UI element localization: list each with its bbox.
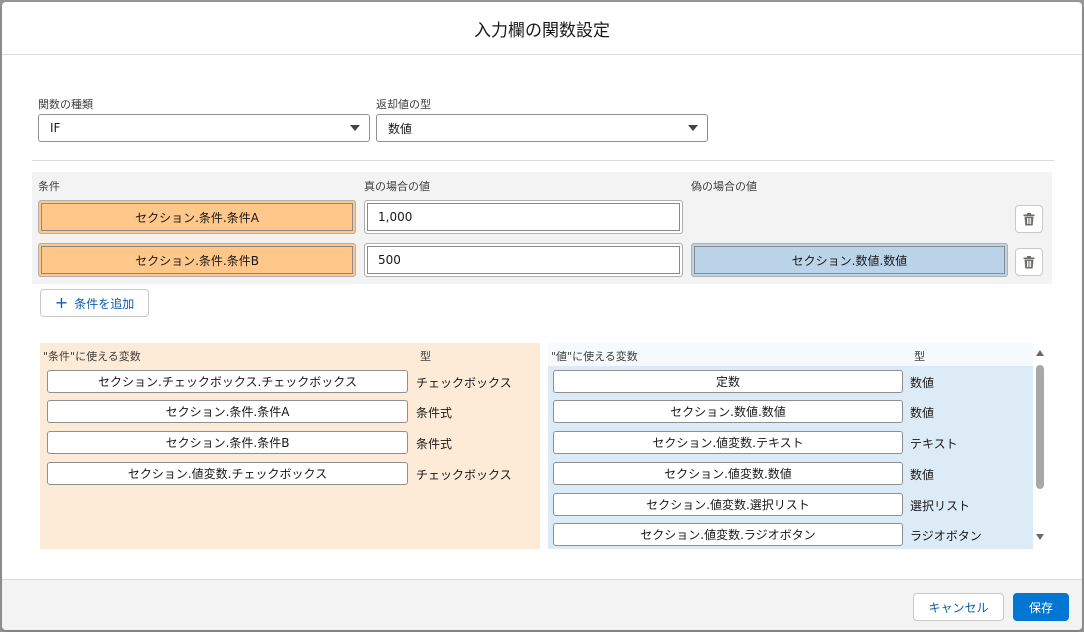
value-variable-item[interactable]: セクション.値変数.選択リスト bbox=[553, 493, 903, 516]
variable-type: テキスト bbox=[910, 437, 958, 451]
delete-row1-button[interactable] bbox=[1015, 205, 1043, 233]
true-value-column-header: 真の場合の値 bbox=[364, 180, 430, 193]
variable-name: セクション.値変数.ラジオボタン bbox=[640, 528, 816, 542]
variable-name: セクション.値変数.数値 bbox=[664, 467, 792, 481]
false-value-label: セクション.数値.数値 bbox=[791, 253, 908, 268]
condition-variable-item[interactable]: セクション.チェックボックス.チェックボックス bbox=[47, 370, 408, 393]
scroll-up-arrow-icon[interactable] bbox=[1036, 350, 1044, 356]
function-type-select[interactable]: IF bbox=[38, 114, 370, 142]
value-variables-panel: "値"に使える変数 型 定数 数値 セクション.数値.数値 数値 セクション.値… bbox=[548, 343, 1034, 549]
return-type-value: 数値 bbox=[388, 121, 413, 136]
chevron-down-icon bbox=[350, 125, 360, 131]
condition-variable-item[interactable]: セクション.条件.条件B bbox=[47, 431, 408, 454]
value-variable-item[interactable]: セクション.値変数.数値 bbox=[553, 462, 903, 485]
variable-type: 条件式 bbox=[416, 437, 453, 451]
delete-row2-button[interactable] bbox=[1015, 248, 1043, 276]
function-type-label: 関数の種類 bbox=[38, 98, 93, 111]
variable-name: セクション.値変数.チェックボックス bbox=[127, 467, 328, 481]
function-type-value: IF bbox=[50, 121, 61, 135]
value-variable-item[interactable]: セクション.値変数.テキスト bbox=[553, 431, 903, 454]
value-variable-item[interactable]: セクション.数値.数値 bbox=[553, 400, 903, 423]
function-settings-dialog: 入力欄の関数設定 関数の種類 IF 返却値の型 数値 条件 真の場合の値 偽の場… bbox=[2, 2, 1082, 630]
variable-type: チェックボックス bbox=[416, 376, 512, 390]
add-condition-label: 条件を追加 bbox=[74, 296, 135, 311]
condition-variables-panel: "条件"に使える変数 型 セクション.チェックボックス.チェックボックス チェッ… bbox=[40, 343, 540, 549]
dialog-header: 入力欄の関数設定 bbox=[2, 2, 1082, 55]
condition-variables-header-row: "条件"に使える変数 型 bbox=[40, 343, 540, 366]
value-variables-header-row: "値"に使える変数 型 bbox=[548, 343, 1034, 366]
trash-icon bbox=[1023, 255, 1035, 268]
scroll-thumb[interactable] bbox=[1036, 365, 1044, 489]
variable-type: 数値 bbox=[910, 468, 935, 482]
plus-icon: + bbox=[54, 293, 69, 312]
value-variables-type-header: 型 bbox=[914, 350, 925, 363]
variable-type: チェックボックス bbox=[416, 468, 512, 482]
save-button[interactable]: 保存 bbox=[1013, 593, 1069, 621]
true-value-input-row2[interactable]: 500 bbox=[364, 243, 683, 277]
variable-name: セクション.数値.数値 bbox=[670, 405, 786, 419]
variable-type: ラジオボタン bbox=[910, 529, 982, 543]
variable-type: 数値 bbox=[910, 376, 935, 390]
scroll-down-arrow-icon[interactable] bbox=[1036, 534, 1044, 540]
chevron-down-icon bbox=[688, 125, 698, 131]
return-type-select[interactable]: 数値 bbox=[376, 114, 708, 142]
condition-slot-label: セクション.条件.条件A bbox=[135, 210, 259, 225]
false-value-slot-row2[interactable]: セクション.数値.数値 bbox=[691, 243, 1008, 277]
value-variables-title: "値"に使える変数 bbox=[551, 350, 638, 363]
variable-type: 選択リスト bbox=[910, 499, 971, 513]
variable-name: セクション.条件.条件A bbox=[165, 405, 290, 419]
return-type-label: 返却値の型 bbox=[376, 98, 431, 111]
condition-variables-type-header: 型 bbox=[420, 350, 431, 363]
true-value-text: 1,000 bbox=[378, 210, 413, 224]
variable-type: 条件式 bbox=[416, 406, 453, 420]
value-variable-item[interactable]: セクション.値変数.ラジオボタン bbox=[553, 523, 903, 546]
cancel-button[interactable]: キャンセル bbox=[913, 593, 1004, 621]
variable-name: セクション.チェックボックス.チェックボックス bbox=[98, 375, 357, 389]
condition-variable-item[interactable]: セクション.条件.条件A bbox=[47, 400, 408, 423]
true-value-text: 500 bbox=[378, 253, 401, 267]
condition-column-header: 条件 bbox=[38, 180, 60, 193]
condition-slot-row1[interactable]: セクション.条件.条件A bbox=[38, 200, 356, 234]
variable-name: セクション.値変数.テキスト bbox=[652, 436, 804, 450]
condition-slot-row2[interactable]: セクション.条件.条件B bbox=[38, 243, 356, 277]
true-value-input-row1[interactable]: 1,000 bbox=[364, 200, 683, 234]
condition-variable-item[interactable]: セクション.値変数.チェックボックス bbox=[47, 462, 408, 485]
variable-name: 定数 bbox=[715, 375, 740, 389]
variable-name: セクション.値変数.選択リスト bbox=[646, 498, 810, 512]
section-divider bbox=[32, 160, 1054, 161]
condition-slot-label: セクション.条件.条件B bbox=[135, 253, 259, 268]
false-value-column-header: 偽の場合の値 bbox=[691, 180, 757, 193]
add-condition-button[interactable]: + 条件を追加 bbox=[40, 289, 149, 317]
dialog-footer: キャンセル 保存 bbox=[2, 579, 1082, 630]
trash-icon bbox=[1023, 212, 1035, 225]
value-variable-item[interactable]: 定数 bbox=[553, 370, 903, 393]
condition-variables-title: "条件"に使える変数 bbox=[43, 350, 141, 363]
variable-name: セクション.条件.条件B bbox=[165, 436, 290, 450]
dialog-title: 入力欄の関数設定 bbox=[474, 20, 610, 41]
variable-type: 数値 bbox=[910, 406, 935, 420]
value-variables-scrollbar[interactable] bbox=[1033, 343, 1047, 549]
